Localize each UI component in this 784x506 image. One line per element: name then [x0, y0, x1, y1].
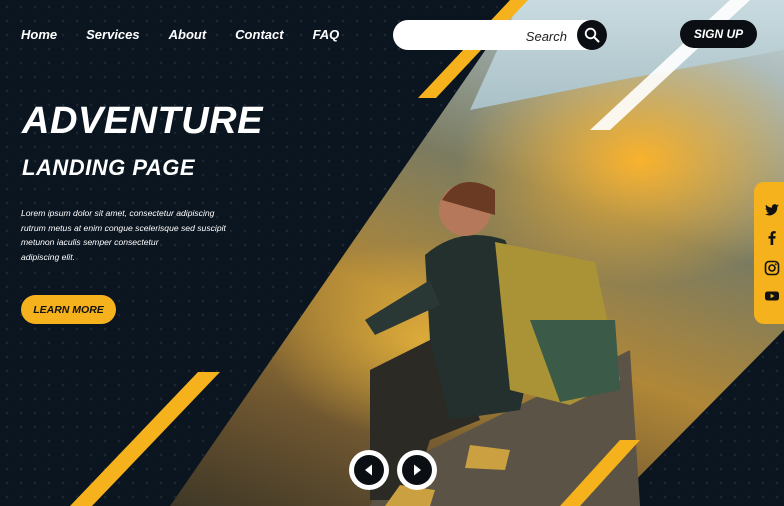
- hero-description-line: Lorem ipsum dolor sit amet, consectetur …: [21, 208, 215, 218]
- carousel-next-inner: [402, 455, 432, 485]
- twitter-icon[interactable]: [764, 202, 780, 218]
- nav-contact[interactable]: Contact: [235, 27, 283, 42]
- facebook-icon[interactable]: [764, 230, 780, 246]
- hero-subtitle: LANDING PAGE: [22, 155, 196, 180]
- nav-about[interactable]: About: [169, 27, 207, 42]
- carousel-next-button[interactable]: [397, 450, 437, 490]
- main-nav: Home Services About Contact FAQ: [21, 27, 339, 42]
- hero-description-line: adipiscing elit.: [21, 251, 75, 262]
- carousel-prev-inner: [354, 455, 384, 485]
- search-bar: [393, 20, 607, 50]
- search-button[interactable]: [577, 20, 607, 50]
- chevron-left-icon: [365, 464, 372, 476]
- social-sidebar: [754, 182, 784, 324]
- hero-title: ADVENTURE: [22, 100, 263, 142]
- instagram-icon[interactable]: [764, 260, 780, 276]
- youtube-icon[interactable]: [764, 288, 780, 304]
- search-input[interactable]: [407, 26, 569, 46]
- nav-home[interactable]: Home: [21, 27, 57, 42]
- hero-description-line: metunon iaculis semper consectetur: [21, 237, 159, 248]
- learn-more-button[interactable]: LEARN MORE: [21, 295, 116, 324]
- sign-up-button[interactable]: SIGN UP: [680, 20, 757, 48]
- nav-faq[interactable]: FAQ: [313, 27, 340, 42]
- chevron-right-icon: [414, 464, 421, 476]
- search-icon: [584, 27, 600, 43]
- hero-description-line: rutrum metus at enim congue scelerisque …: [21, 222, 226, 233]
- carousel-prev-button[interactable]: [349, 450, 389, 490]
- hero-description: Lorem ipsum dolor sit amet, consectetur …: [21, 206, 251, 264]
- landing-page: Home Services About Contact FAQ SIGN UP …: [0, 0, 784, 506]
- nav-services[interactable]: Services: [86, 27, 140, 42]
